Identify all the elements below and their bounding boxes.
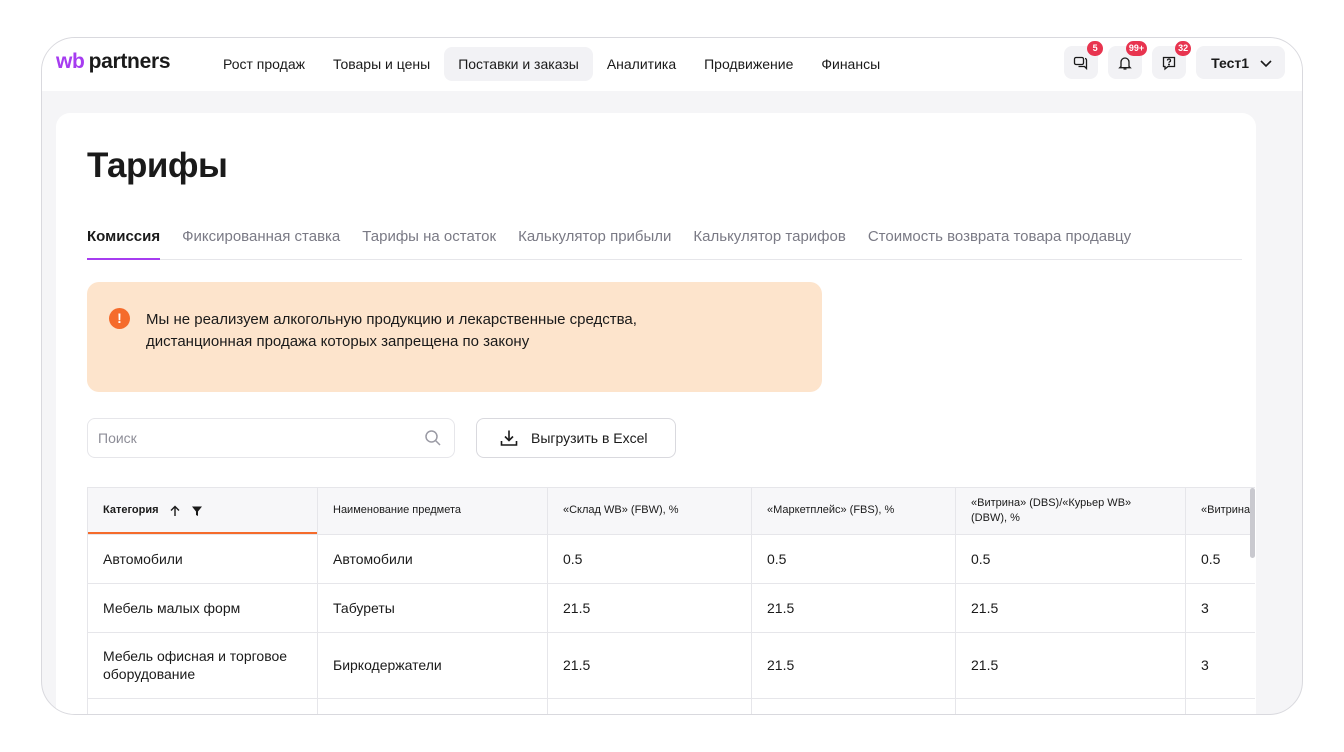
tab-commission[interactable]: Комиссия [87,228,161,260]
table-cell: 21.5 [955,583,1186,633]
alert-line-1: Мы не реализуем алкогольную продукцию и … [146,311,637,328]
table-cell: 3 [1185,632,1255,699]
column-header-fbw[interactable]: «Склад WB» (FBW), % [547,488,752,535]
user-menu-button[interactable]: Тест1 [1196,46,1285,79]
nav-item-sales-growth[interactable]: Рост продаж [209,47,319,81]
commission-table: Категория Наименование предмета «Склад W… [87,487,1255,714]
notifications-badge: 99+ [1125,41,1148,56]
table-cell: 21.5 [955,632,1186,699]
search-icon[interactable] [424,429,442,447]
alert-line-2: дистанционная продажа которых запрещена … [146,333,530,350]
table-row: Мебель офисная и торговое оборудование Б… [87,632,1255,699]
table-cell: Биркодержатели [317,632,548,699]
help-button[interactable]: 32 [1152,41,1192,79]
content-card: Тарифы Комиссия Фиксированная ставка Тар… [56,113,1256,714]
table-cell: 21.5 [547,632,752,699]
table-cell: 0.5 [751,534,956,584]
app-window: wb partners Рост продаж Товары и цены По… [41,37,1303,715]
table-row-partial [87,698,1255,714]
logo-wb: wb [56,50,85,73]
chat-badge: 5 [1087,41,1104,56]
table-row: Автомобили Автомобили 0.5 0.5 0.5 0.5 [87,534,1255,584]
download-icon [500,430,518,446]
table-scrollbar[interactable] [1250,488,1255,558]
tab-fixed-rate[interactable]: Фиксированная ставка [182,228,340,259]
chat-icon [1073,56,1088,70]
user-name: Тест1 [1211,54,1249,71]
tabs-bar: Комиссия Фиксированная ставка Тарифы на … [87,228,1242,260]
table-cell: Автомобили [87,534,318,584]
page-title: Тарифы [87,146,228,185]
export-excel-button[interactable]: Выгрузить в Excel [476,418,676,458]
table-cell: Автомобили [317,534,548,584]
header-actions: 5 99+ 32 Тест1 [1064,41,1285,79]
nav-item-finance[interactable]: Финансы [807,47,894,81]
arrow-up-icon[interactable] [169,505,181,517]
tab-storage-tariffs[interactable]: Тарифы на остаток [362,228,496,259]
table-cell: 0.5 [547,534,752,584]
nav-item-promotion[interactable]: Продвижение [690,47,807,81]
column-header-category-label: Категория [103,504,159,517]
nav-item-supplies-orders[interactable]: Поставки и заказы [444,47,593,81]
top-navbar: wb partners Рост продаж Товары и цены По… [42,38,1302,91]
filter-icon[interactable] [191,505,203,517]
export-excel-label: Выгрузить в Excel [531,430,648,446]
table-cell: 21.5 [751,583,956,633]
notifications-button[interactable]: 99+ [1108,41,1148,79]
column-header-fbs[interactable]: «Маркетплейс» (FBS), % [751,488,956,535]
table-row: Мебель малых форм Табуреты 21.5 21.5 21.… [87,583,1255,633]
column-header-item-name[interactable]: Наименование предмета [317,488,548,535]
help-badge: 32 [1175,41,1192,56]
logo-partners: partners [88,50,171,73]
chevron-down-icon [1260,59,1272,67]
table-cell: 21.5 [547,583,752,633]
nav-item-products-prices[interactable]: Товары и цены [319,47,444,81]
warning-icon: ! [109,308,130,329]
nav-item-analytics[interactable]: Аналитика [593,47,690,81]
column-header-vitrina[interactable]: «Витрина [1185,488,1255,535]
search-input[interactable] [88,419,388,457]
main-nav: Рост продаж Товары и цены Поставки и зак… [209,47,894,81]
chat-button[interactable]: 5 [1064,41,1104,79]
alert-message: Мы не реализуем алкогольную продукцию и … [146,309,637,353]
tab-tariff-calculator[interactable]: Калькулятор тарифов [693,228,845,259]
bell-icon [1118,56,1132,70]
table-cell: 0.5 [1185,534,1255,584]
table-cell: Мебель офисная и торговое оборудование [87,632,318,699]
column-header-category[interactable]: Категория [87,488,318,535]
search-box [87,418,455,458]
tab-profit-calculator[interactable]: Калькулятор прибыли [518,228,671,259]
help-icon [1162,56,1176,70]
table-cell: 3 [1185,583,1255,633]
table-cell: 21.5 [751,632,956,699]
table-cell: 0.5 [955,534,1186,584]
logo[interactable]: wb partners [56,50,171,74]
column-header-dbs-dbw[interactable]: «Витрина» (DBS)/«Курьер WB» (DBW), % [955,488,1186,535]
warning-alert: ! Мы не реализуем алкогольную продукцию … [87,282,822,392]
table-cell: Мебель малых форм [87,583,318,633]
table-cell: Табуреты [317,583,548,633]
tab-return-cost[interactable]: Стоимость возврата товара продавцу [868,228,1131,259]
